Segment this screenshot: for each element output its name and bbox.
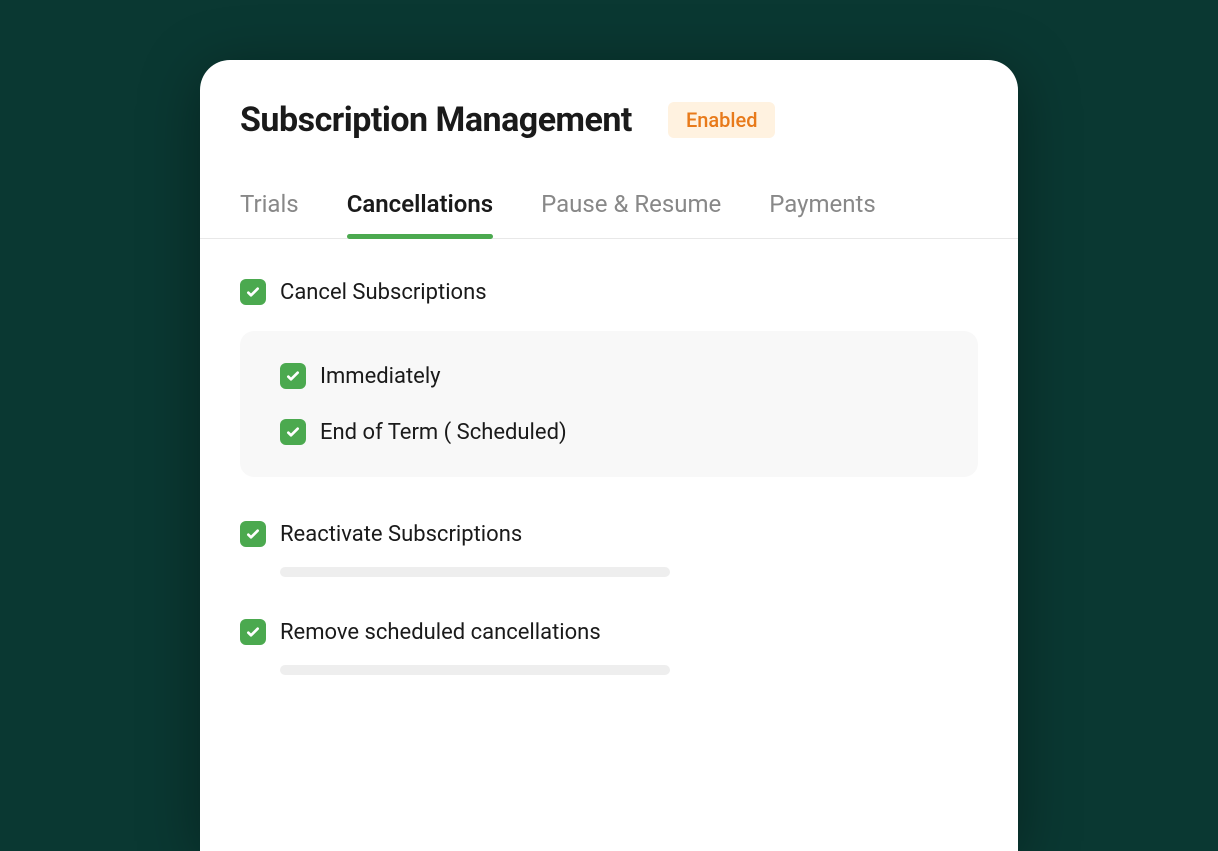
label-reactivate: Reactivate Subscriptions bbox=[280, 522, 522, 547]
placeholder-line bbox=[280, 665, 670, 675]
cancel-sub-options: Immediately End of Term ( Scheduled) bbox=[240, 331, 978, 477]
option-end-of-term: End of Term ( Scheduled) bbox=[280, 419, 938, 445]
check-icon bbox=[285, 368, 301, 384]
tab-pause-resume[interactable]: Pause & Resume bbox=[541, 190, 721, 238]
page-title: Subscription Management bbox=[240, 100, 632, 140]
settings-card: Subscription Management Enabled Trials C… bbox=[200, 60, 1018, 851]
checkbox-immediately[interactable] bbox=[280, 363, 306, 389]
option-immediately: Immediately bbox=[280, 363, 938, 389]
check-icon bbox=[245, 284, 261, 300]
check-icon bbox=[245, 624, 261, 640]
checkbox-reactivate[interactable] bbox=[240, 521, 266, 547]
check-icon bbox=[285, 424, 301, 440]
checkbox-cancel[interactable] bbox=[240, 279, 266, 305]
label-remove-scheduled: Remove scheduled cancellations bbox=[280, 620, 601, 645]
tab-payments[interactable]: Payments bbox=[769, 190, 876, 238]
placeholder-line bbox=[280, 567, 670, 577]
option-remove-scheduled: Remove scheduled cancellations bbox=[240, 619, 978, 645]
tabs-bar: Trials Cancellations Pause & Resume Paym… bbox=[200, 190, 1018, 239]
section-reactivate: Reactivate Subscriptions bbox=[240, 521, 978, 577]
tab-content: Cancel Subscriptions Immediately End of … bbox=[200, 239, 1018, 757]
section-remove: Remove scheduled cancellations bbox=[240, 619, 978, 675]
card-header: Subscription Management Enabled bbox=[200, 100, 1018, 140]
checkbox-remove-scheduled[interactable] bbox=[240, 619, 266, 645]
option-cancel-subscriptions: Cancel Subscriptions bbox=[240, 279, 978, 305]
checkbox-end-of-term[interactable] bbox=[280, 419, 306, 445]
check-icon bbox=[245, 526, 261, 542]
option-reactivate: Reactivate Subscriptions bbox=[240, 521, 978, 547]
status-badge: Enabled bbox=[668, 102, 776, 138]
tab-cancellations[interactable]: Cancellations bbox=[347, 190, 493, 238]
label-cancel: Cancel Subscriptions bbox=[280, 280, 487, 305]
label-end-of-term: End of Term ( Scheduled) bbox=[320, 420, 567, 445]
tab-trials[interactable]: Trials bbox=[240, 190, 299, 238]
label-immediately: Immediately bbox=[320, 364, 441, 389]
